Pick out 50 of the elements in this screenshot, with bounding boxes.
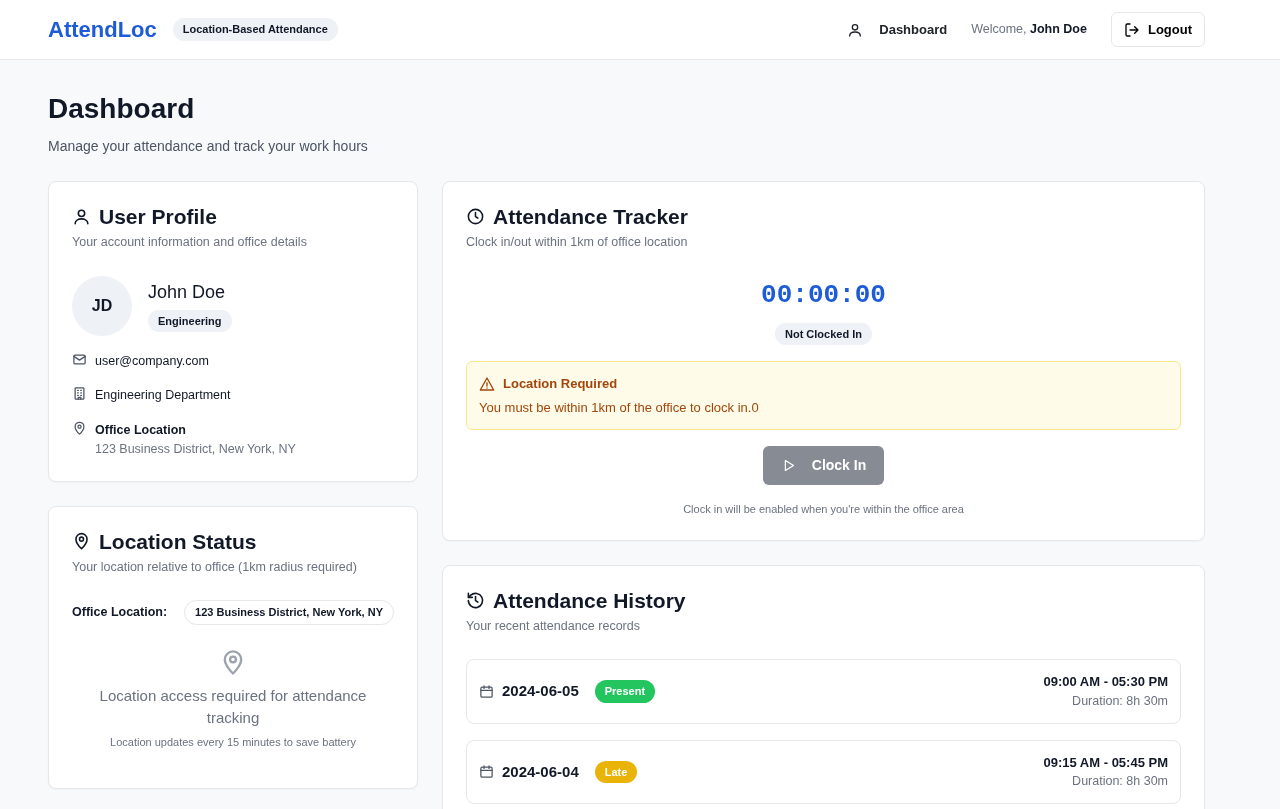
location-message: Location access required for attendance tracking [98,685,368,729]
record-time: 09:00 AM - 05:30 PM [1043,673,1168,692]
department-text: Engineering Department [95,387,231,405]
location-pin-icon [72,531,91,551]
tagline-badge: Location-Based Attendance [172,18,338,41]
card-title: Attendance Tracker [493,203,688,229]
logout-icon [1123,21,1140,38]
logout-button[interactable]: Logout [1110,11,1205,48]
record-duration: Duration: 8h 30m [1071,773,1168,791]
user-name: John Doe [148,280,226,304]
mail-icon [72,351,87,367]
status-badge: Late [594,760,638,784]
card-title: Location Status [99,528,257,554]
card-subtitle: Your recent attendance records [466,617,641,635]
record-date: 2024-06-04 [502,761,579,782]
clock-in-hint: Clock in will be enabled when you're within the office area [682,502,965,518]
user-icon [847,21,864,38]
alert-title: Location Required [503,375,618,394]
warning-icon [479,375,495,392]
welcome-text: Welcome, John Doe [971,21,1087,39]
office-address: 123 Business District, New York, NY [95,440,296,458]
email-text: user@company.com [95,352,209,370]
office-location-label: Office Location: [72,604,168,622]
calendar-icon [479,684,494,700]
app-logo[interactable]: AttendLoc [48,13,157,46]
record-date: 2024-06-05 [502,681,579,702]
record-time: 09:15 AM - 05:45 PM [1043,753,1168,772]
clock-icon [466,206,485,226]
avatar: JD [72,275,132,336]
clock-status-badge: Not Clocked In [775,322,872,346]
status-badge: Present [594,680,656,703]
calendar-icon [479,764,494,780]
card-subtitle: Your account information and office details [72,233,308,251]
card-title: Attendance History [493,587,686,613]
record-duration: Duration: 8h 30m [1071,692,1168,710]
card-subtitle: Clock in/out within 1km of office location [466,233,689,251]
timer-display: 00:00:00 [761,278,886,312]
history-icon [466,590,485,610]
alert-message: You must be within 1km of the office to clock in.0 [479,398,760,417]
page-title: Dashboard [48,92,196,126]
building-icon [72,386,87,402]
location-note: Location updates every 15 minutes to save battery [110,734,356,750]
user-icon [72,206,91,226]
office-label: Office Location [95,422,187,440]
card-title: User Profile [99,203,217,229]
page-subtitle: Manage your attendance and track your work hours [48,136,369,156]
card-subtitle: Your location relative to office (1km radius required) [72,558,358,576]
department-badge: Engineering [148,309,232,333]
location-pin-icon [72,421,87,437]
dashboard-link[interactable]: Dashboard [847,19,948,40]
